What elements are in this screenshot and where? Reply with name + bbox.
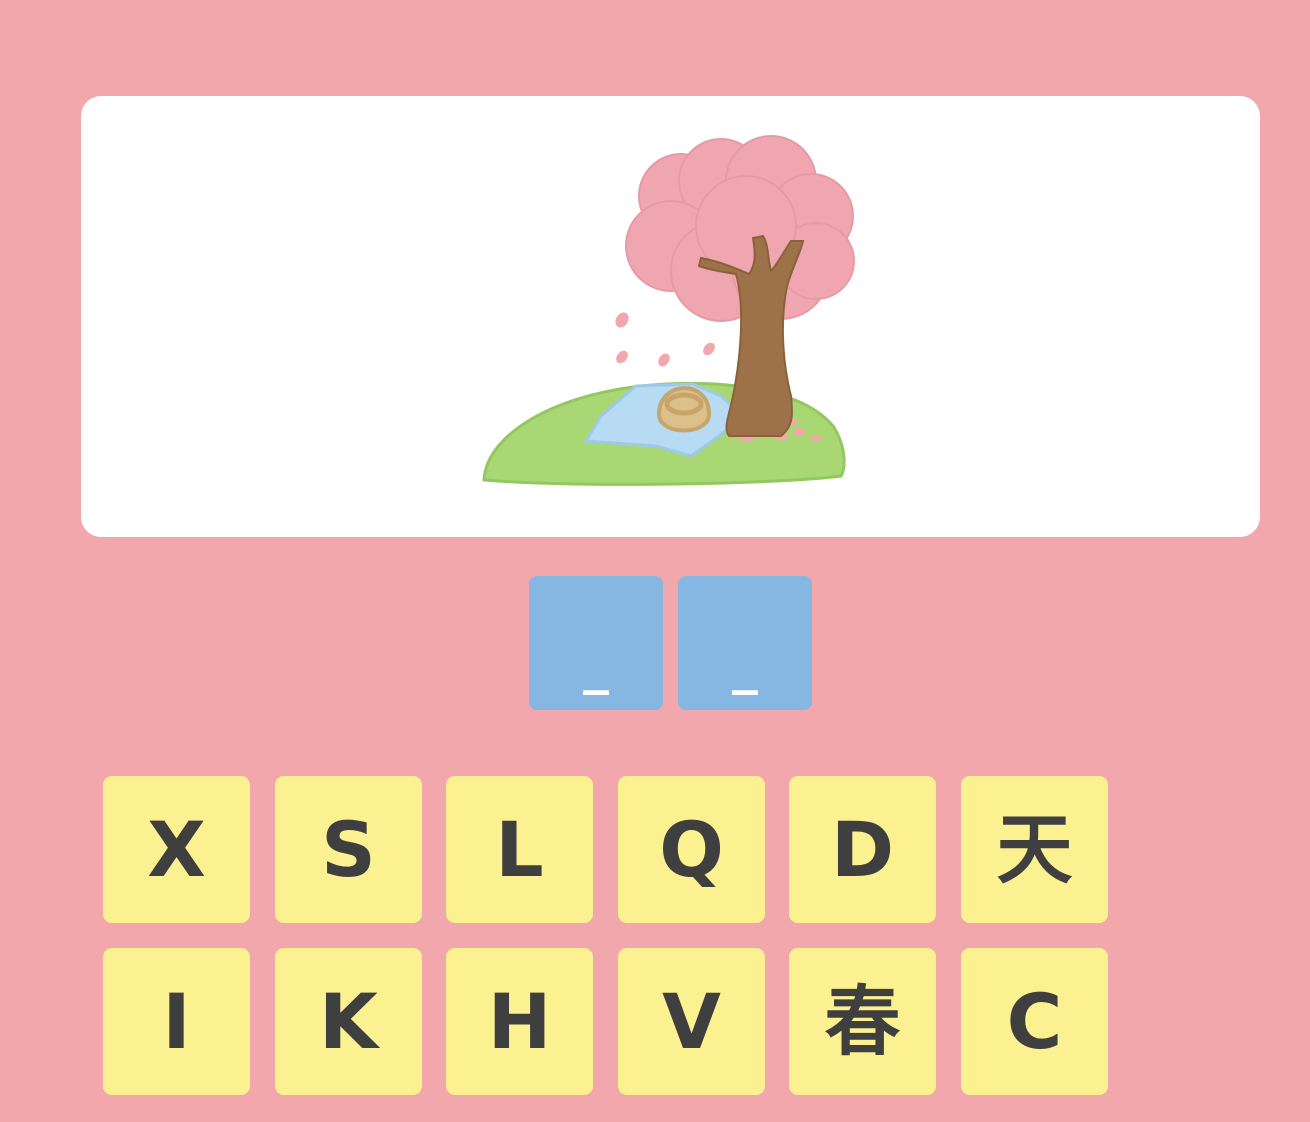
letter-tile-label: V (662, 976, 721, 1066)
answer-slot-1[interactable]: _ (529, 576, 663, 710)
letter-tile-label: C (1006, 976, 1063, 1066)
answer-slot-1-text: _ (583, 636, 609, 696)
letter-tile[interactable]: 天 (961, 776, 1108, 923)
letter-tile-label: X (147, 804, 206, 894)
letter-tile[interactable]: Q (618, 776, 765, 923)
basket (656, 386, 712, 433)
letter-tile[interactable]: S (275, 776, 422, 923)
letter-tile[interactable]: V (618, 948, 765, 1095)
letter-tile[interactable]: K (275, 948, 422, 1095)
letter-tile-label: 春 (824, 976, 901, 1066)
letter-tile[interactable]: X (103, 776, 250, 923)
letter-tile[interactable]: 春 (789, 948, 936, 1095)
picture-clue-card (81, 96, 1260, 537)
letter-tile-label: L (495, 804, 544, 894)
letter-tile[interactable]: C (961, 948, 1108, 1095)
letter-tile-label: K (319, 976, 378, 1066)
letter-tile-label: Q (659, 804, 724, 894)
letter-tile[interactable]: I (103, 948, 250, 1095)
letter-tile-label: H (487, 976, 552, 1066)
game-screen: _ _ X S L Q D 天 I K H V 春 C (0, 0, 1310, 1122)
letter-tile-label: D (830, 804, 895, 894)
letter-tile[interactable]: D (789, 776, 936, 923)
cherry-blossom-picnic-illustration (482, 135, 855, 486)
letter-tile[interactable]: L (446, 776, 593, 923)
letter-tile[interactable]: H (446, 948, 593, 1095)
letter-tile-label: S (321, 804, 376, 894)
falling-petals (615, 312, 715, 367)
letter-tile-label: I (162, 976, 191, 1066)
answer-slot-2-text: _ (732, 636, 758, 696)
letter-tile-label: 天 (996, 804, 1073, 894)
answer-slot-2[interactable]: _ (678, 576, 812, 710)
